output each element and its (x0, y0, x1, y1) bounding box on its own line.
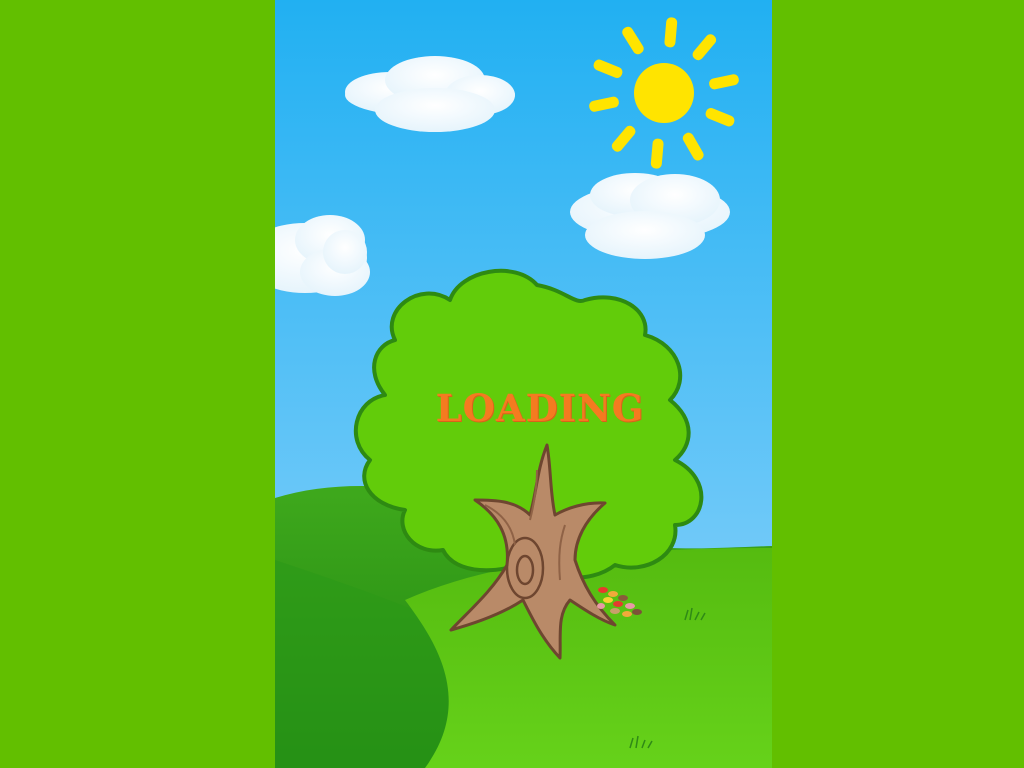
loading-scene-illustration (275, 0, 772, 768)
meadow (405, 548, 772, 768)
loading-screen: LOADING (0, 0, 1024, 768)
cloud-left-edge (275, 215, 370, 296)
game-viewport: LOADING (275, 0, 772, 768)
loading-label: LOADING (435, 386, 645, 430)
